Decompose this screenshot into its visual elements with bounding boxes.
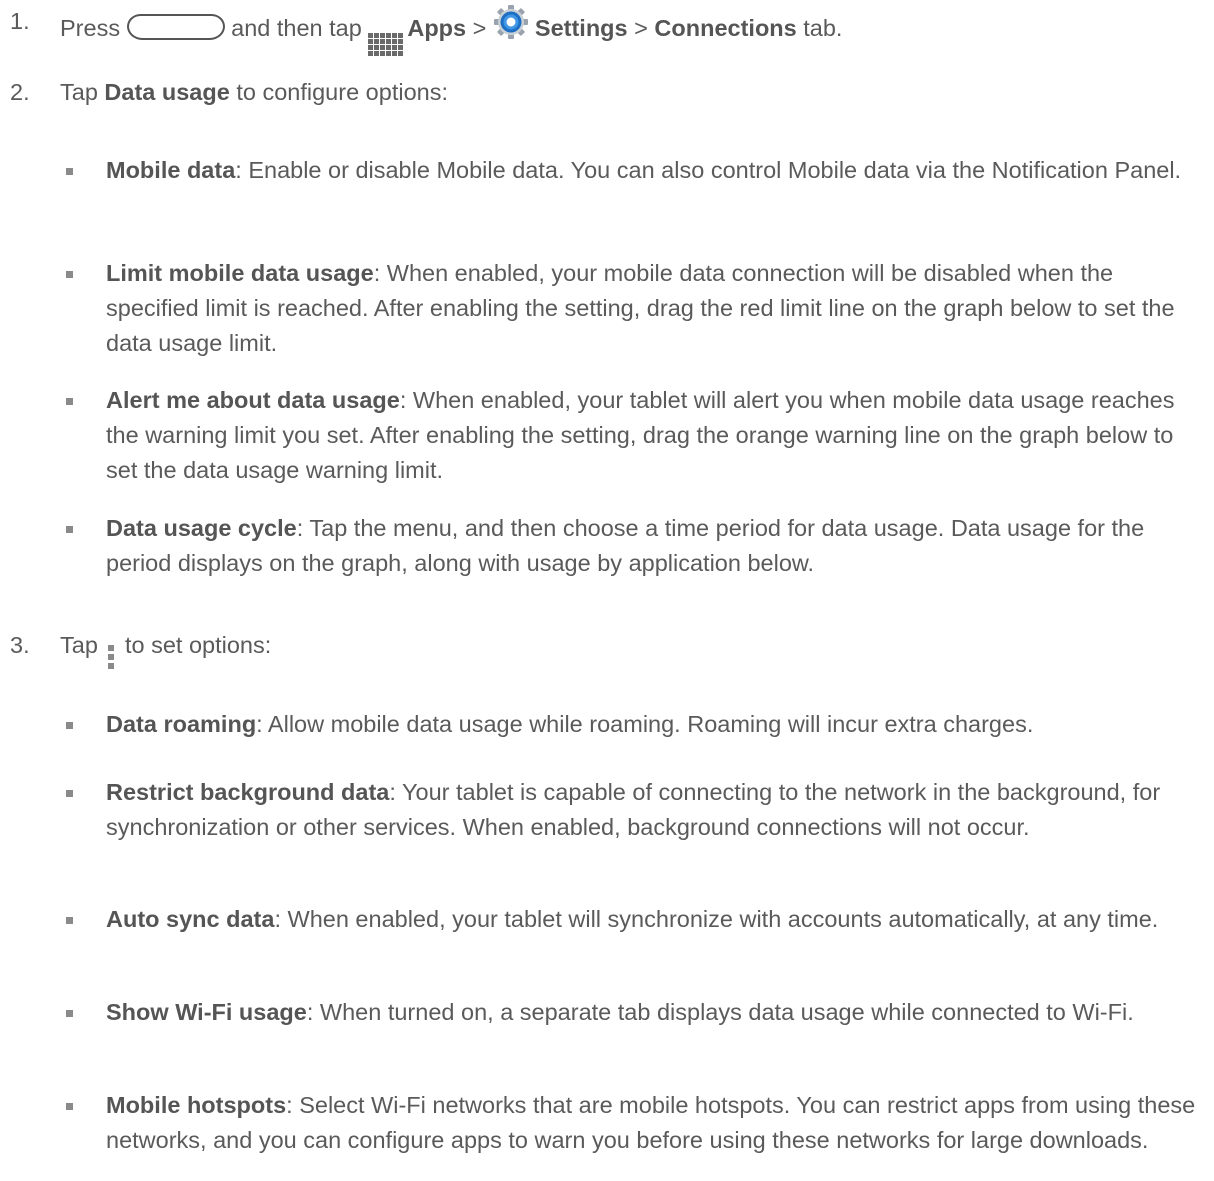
bullet-icon (66, 168, 73, 175)
separator: > (472, 15, 487, 41)
home-key-icon (126, 13, 225, 40)
bullet-icon (66, 526, 73, 533)
option-desc: : Enable or disable Mobile data. You can… (235, 157, 1182, 183)
step-text-tab: tab. (803, 15, 843, 41)
step-text-tap: Tap (60, 632, 98, 658)
option-desc: : When enabled, your tablet will synchro… (274, 906, 1159, 932)
step-text-press: Press (60, 15, 121, 41)
settings-gear-icon (493, 5, 528, 39)
apps-grid-icon (368, 33, 404, 56)
settings-label: Settings (534, 15, 628, 41)
option-desc: : When turned on, a separate tab display… (306, 999, 1134, 1025)
bullet-icon (66, 271, 73, 278)
step-2-text: Tap Data usage to configure options: (60, 75, 448, 110)
option-term: Limit mobile data usage (106, 260, 374, 286)
step-text-rest: to configure options: (236, 79, 448, 105)
bullet-icon (66, 722, 73, 729)
bullet-icon (66, 1103, 73, 1110)
bullet-icon (66, 917, 73, 924)
bullet-icon (66, 1010, 73, 1017)
bullet-icon (66, 398, 73, 405)
connections-label: Connections (654, 15, 797, 41)
option-term: Mobile data (106, 157, 236, 183)
option-term: Show Wi-Fi usage (106, 999, 307, 1025)
separator: > (634, 15, 648, 41)
instructions-document: 1. Press and then tap Apps > Settings > … (0, 0, 1214, 1181)
option-term: Restrict background data (106, 779, 390, 805)
bullet-icon (66, 790, 73, 797)
apps-label: Apps (407, 15, 467, 41)
option-term: Data roaming (106, 711, 257, 737)
step-number: 1. (10, 8, 30, 34)
option-term: Mobile hotspots (106, 1092, 287, 1118)
step-number: 2. (10, 79, 30, 105)
step-number: 3. (10, 632, 30, 658)
menu-icon (108, 645, 115, 669)
option-term: Auto sync data (106, 906, 275, 932)
step-text-and-then-tap: and then tap (231, 15, 362, 41)
option-term: Data usage cycle (106, 515, 297, 541)
step-3-text: Tap to set options: (60, 628, 271, 669)
option-term: Alert me about data usage (106, 387, 400, 413)
option-desc: : Allow mobile data usage while roaming.… (256, 711, 1034, 737)
step-1-text: Press and then tap Apps > Settings > Con… (60, 4, 842, 56)
step-text-tap: Tap (60, 79, 98, 105)
step-text-rest: to set options: (124, 632, 272, 658)
data-usage-label: Data usage (104, 79, 230, 105)
